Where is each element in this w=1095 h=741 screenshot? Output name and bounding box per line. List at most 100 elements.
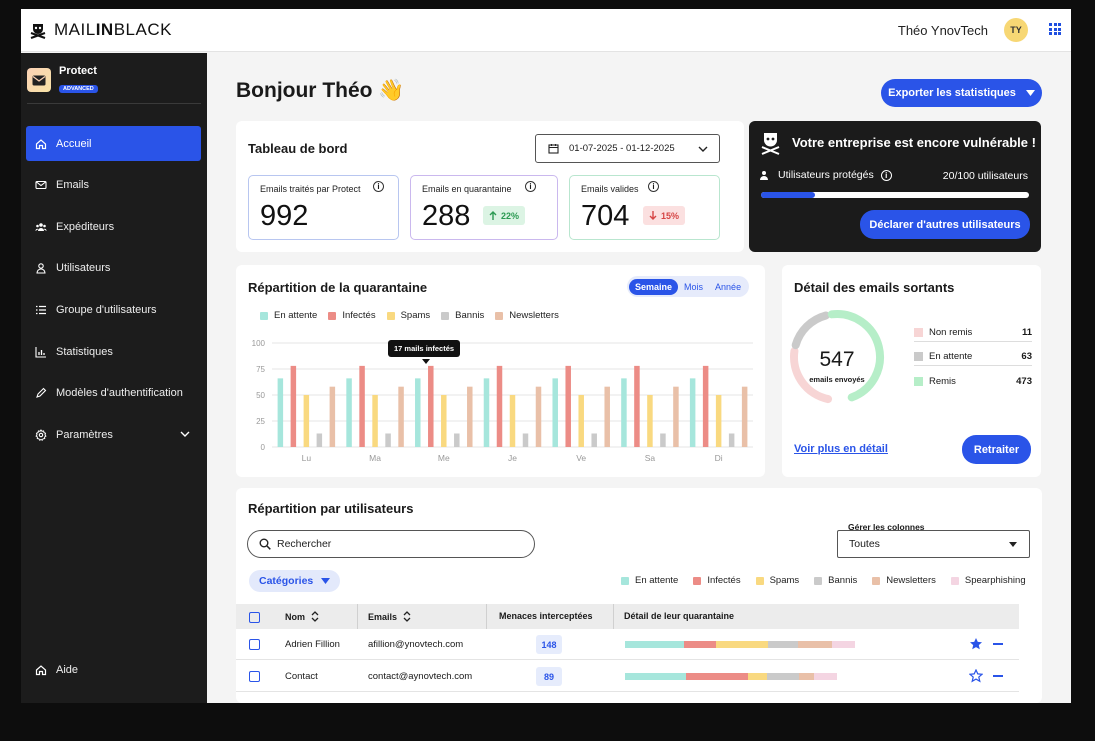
- bar-me-2[interactable]: [441, 395, 447, 447]
- apps-grid-icon[interactable]: [1049, 23, 1061, 35]
- outgoing-row-value: 11: [1021, 327, 1032, 338]
- sidebar-item-statistiques[interactable]: Statistiques: [26, 334, 201, 369]
- bar-sa-2[interactable]: [647, 395, 653, 447]
- bar-ma-1[interactable]: [359, 365, 365, 447]
- logo[interactable]: MAILINBLACK: [29, 20, 172, 40]
- bar-ma-4[interactable]: [398, 386, 404, 447]
- bar-sa-1[interactable]: [634, 365, 640, 447]
- info-icon[interactable]: i: [880, 169, 892, 181]
- avatar[interactable]: TY: [1004, 18, 1028, 42]
- bar-di-1[interactable]: [702, 365, 709, 447]
- bar-ve-3[interactable]: [591, 433, 597, 447]
- user-icon: [36, 262, 46, 274]
- product-switcher[interactable]: Protect ADVANCED: [27, 65, 98, 95]
- legend-swatch: [260, 311, 268, 320]
- progress-fill: [761, 192, 815, 198]
- legend-label: Bannis: [455, 310, 485, 321]
- period-semaine[interactable]: Semaine: [629, 278, 679, 295]
- table-row[interactable]: Adrien Fillion afillion@ynovtech.com 148: [236, 629, 1019, 660]
- period-annee[interactable]: Année: [709, 279, 747, 295]
- row-email: afillion@ynovtech.com: [368, 639, 464, 650]
- bar-sa-3[interactable]: [660, 433, 666, 447]
- stat-card-quarantine[interactable]: Emails en quarantaine i 288 22%: [410, 175, 558, 240]
- sidebar-item-aide[interactable]: Aide: [26, 652, 201, 687]
- sidebar-item-groupe-utilisateurs[interactable]: Groupe d'utilisateurs: [26, 292, 201, 327]
- retry-button[interactable]: Retraiter: [962, 435, 1031, 464]
- select-all-checkbox[interactable]: [249, 612, 260, 623]
- remove-icon[interactable]: [993, 675, 1003, 677]
- sidebar-item-expediteurs[interactable]: Expéditeurs: [26, 209, 201, 244]
- sidebar-item-accueil[interactable]: Accueil: [26, 126, 201, 161]
- column-divider: [613, 604, 614, 629]
- bar-lu-1[interactable]: [290, 365, 297, 447]
- column-header-email[interactable]: Emails: [368, 611, 411, 622]
- quarantine-chart-card: Répartition de la quarantaine Semaine Mo…: [236, 265, 765, 477]
- bar-sa-4[interactable]: [673, 386, 679, 447]
- columns-select[interactable]: Toutes: [837, 530, 1030, 558]
- column-header-name[interactable]: Nom: [285, 611, 319, 622]
- sidebar-item-modeles-authentification[interactable]: Modèles d'authentification: [26, 375, 201, 410]
- stat-card-valid[interactable]: Emails valides i 704 15%: [569, 175, 720, 240]
- sidebar-item-parametres[interactable]: Paramètres: [26, 417, 201, 452]
- bar-sa-0[interactable]: [621, 378, 627, 447]
- bar-lu-3[interactable]: [316, 433, 323, 447]
- pirate-logo-icon: [30, 24, 46, 39]
- bar-lu-0[interactable]: [277, 378, 284, 447]
- user-name[interactable]: Théo YnovTech: [898, 23, 988, 38]
- row-checkbox[interactable]: [249, 639, 260, 650]
- sidebar-item-utilisateurs[interactable]: Utilisateurs: [26, 250, 201, 285]
- bar-je-0[interactable]: [483, 378, 490, 447]
- column-header-threats[interactable]: Menaces interceptées: [499, 611, 593, 621]
- bar-ma-3[interactable]: [385, 433, 391, 447]
- bar-me-4[interactable]: [467, 386, 473, 447]
- bar-ve-0[interactable]: [552, 378, 558, 447]
- sidebar-item-label: Utilisateurs: [56, 261, 111, 274]
- declare-users-button[interactable]: Déclarer d'autres utilisateurs: [860, 210, 1030, 239]
- donut-arc-en-attente[interactable]: [791, 311, 830, 350]
- star-filled-icon[interactable]: [969, 637, 983, 651]
- search-input[interactable]: Rechercher: [247, 530, 535, 558]
- table-row[interactable]: Contact contact@aynovtech.com 89: [236, 661, 1019, 692]
- period-mois[interactable]: Mois: [678, 279, 709, 295]
- sidebar-item-emails[interactable]: Emails: [26, 167, 201, 202]
- export-stats-button[interactable]: Exporter les statistiques: [881, 79, 1042, 107]
- bar-lu-4[interactable]: [329, 386, 336, 447]
- legend-swatch: [693, 576, 702, 585]
- arrow-up-icon: [489, 211, 497, 220]
- bar-di-2[interactable]: [715, 395, 722, 447]
- bar-ma-2[interactable]: [372, 395, 378, 447]
- row-checkbox[interactable]: [249, 671, 260, 682]
- stat-card-processed[interactable]: Emails traités par Protect i 992: [248, 175, 399, 240]
- bar-ve-1[interactable]: [565, 365, 571, 447]
- star-outline-icon[interactable]: [969, 669, 983, 683]
- quarantine-breakdown-bar: [625, 673, 837, 680]
- bar-je-3[interactable]: [522, 433, 529, 447]
- see-more-link[interactable]: Voir plus en détail: [794, 443, 888, 455]
- date-range-picker[interactable]: 01-07-2025 - 01-12-2025: [535, 134, 720, 163]
- caret-down-icon: [321, 578, 331, 584]
- info-icon[interactable]: i: [648, 181, 659, 192]
- bar-je-4[interactable]: [535, 386, 542, 447]
- bar-me-1[interactable]: [428, 365, 434, 447]
- bar-lu-2[interactable]: [303, 395, 310, 447]
- sidebar-item-label: Groupe d'utilisateurs: [56, 303, 157, 316]
- bar-di-3[interactable]: [728, 433, 735, 447]
- bar-ve-2[interactable]: [578, 395, 584, 447]
- bar-je-2[interactable]: [509, 395, 516, 447]
- bar-ve-4[interactable]: [604, 386, 610, 447]
- info-icon[interactable]: i: [525, 181, 536, 192]
- remove-icon[interactable]: [993, 643, 1003, 645]
- chevron-down-icon[interactable]: [179, 428, 191, 440]
- breakdown-segment: [798, 673, 814, 680]
- legend-swatch: [755, 576, 764, 585]
- bar-me-3[interactable]: [454, 433, 460, 447]
- stat-value: 704: [581, 200, 630, 232]
- categories-button[interactable]: Catégories: [249, 570, 341, 592]
- product-badge: ADVANCED: [59, 85, 98, 93]
- bar-je-1[interactable]: [496, 365, 503, 447]
- info-icon[interactable]: i: [373, 181, 384, 192]
- bar-ma-0[interactable]: [346, 378, 352, 447]
- bar-di-4[interactable]: [741, 386, 748, 447]
- bar-di-0[interactable]: [689, 378, 696, 447]
- bar-me-0[interactable]: [415, 378, 421, 447]
